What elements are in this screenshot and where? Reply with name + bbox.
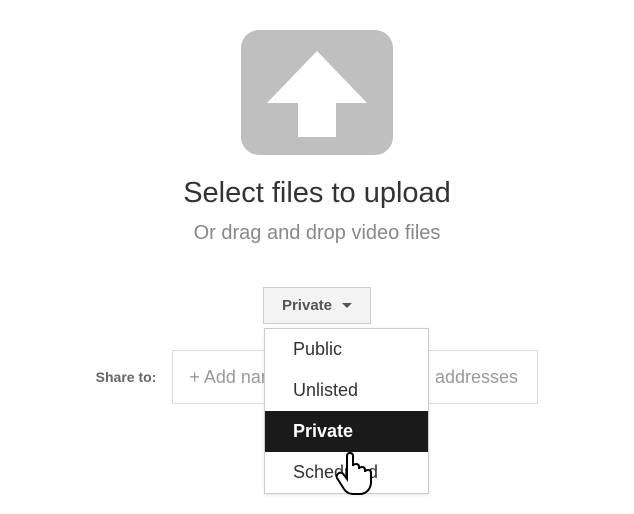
- privacy-selected-label: Private: [282, 297, 332, 314]
- privacy-dropdown[interactable]: Private Public Unlisted Private Schedule…: [263, 287, 371, 324]
- privacy-option-public[interactable]: Public: [265, 329, 428, 370]
- privacy-menu: Public Unlisted Private Scheduled: [264, 328, 429, 494]
- privacy-button[interactable]: Private: [263, 287, 371, 324]
- share-label: Share to:: [96, 369, 157, 385]
- privacy-option-scheduled[interactable]: Scheduled: [265, 452, 428, 493]
- upload-title: Select files to upload: [183, 177, 451, 210]
- privacy-option-unlisted[interactable]: Unlisted: [265, 370, 428, 411]
- upload-subtitle: Or drag and drop video files: [194, 222, 441, 245]
- caret-down-icon: [342, 303, 352, 308]
- privacy-option-private[interactable]: Private: [265, 411, 428, 452]
- upload-icon[interactable]: [241, 30, 393, 155]
